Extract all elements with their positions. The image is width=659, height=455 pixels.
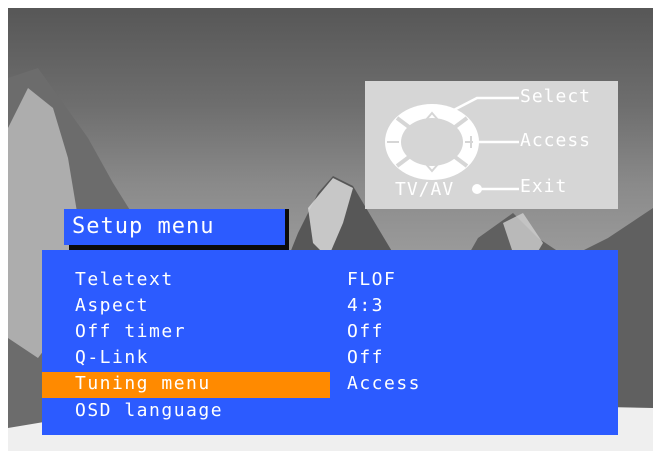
menu-item-q-link[interactable]: Q-Link Off: [42, 345, 618, 371]
access-label: Access: [520, 130, 592, 151]
menu-title: Setup menu: [72, 214, 215, 239]
tvav-label: TV/AV: [395, 179, 455, 200]
menu-item-value: FLOF: [347, 269, 397, 290]
menu-item-label: Aspect: [75, 295, 150, 316]
menu-item-tuning-menu[interactable]: Tuning menu Access: [42, 371, 618, 398]
menu-item-label: OSD language: [75, 400, 224, 421]
menu-item-value: 4:3: [347, 295, 385, 316]
remote-legend: Select Access Exit TV/AV: [365, 81, 618, 209]
exit-label: Exit: [520, 176, 568, 197]
menu-item-value: Access: [347, 373, 422, 394]
menu-item-osd-language[interactable]: OSD language: [42, 398, 618, 424]
menu-item-off-timer[interactable]: Off timer Off: [42, 319, 618, 345]
select-label: Select: [520, 86, 592, 107]
menu-item-value: Off: [347, 321, 385, 342]
menu-item-value: Off: [347, 347, 385, 368]
menu-item-label: Off timer: [75, 321, 187, 342]
menu-item-label: Teletext: [75, 269, 174, 290]
menu-title-box: Setup menu: [64, 209, 285, 245]
menu-item-label: Tuning menu: [75, 373, 211, 394]
menu-item-label: Q-Link: [75, 347, 150, 368]
setup-menu-panel: Teletext FLOF Aspect 4:3 Off timer Off Q…: [42, 250, 618, 435]
menu-item-aspect[interactable]: Aspect 4:3: [42, 293, 618, 319]
menu-item-teletext[interactable]: Teletext FLOF: [42, 267, 618, 293]
